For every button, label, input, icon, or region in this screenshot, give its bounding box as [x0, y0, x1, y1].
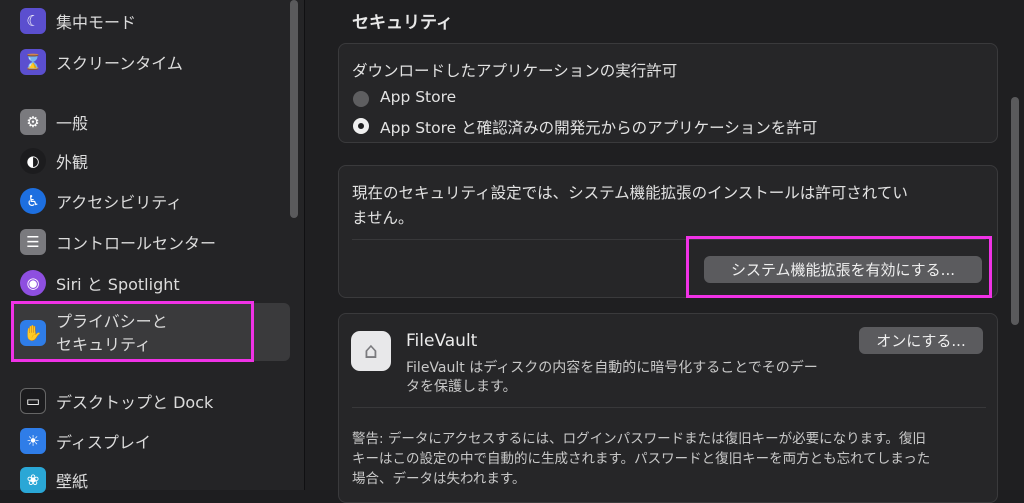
gear-icon: ⚙: [20, 109, 46, 135]
sidebar-item-label: Siri と Spotlight: [56, 275, 180, 294]
toggles-icon: ☰: [20, 229, 46, 255]
radio-app-store[interactable]: [353, 91, 369, 107]
radio-label-app-store: App Store: [380, 88, 457, 106]
filevault-description-line1: FileVault はディスクの内容を自動的に暗号化することでそのデー: [406, 360, 818, 376]
card-divider: [352, 407, 986, 408]
sidebar-item-label: デスクトップと Dock: [56, 393, 214, 412]
sidebar-item-label: ディスプレイ: [56, 433, 151, 452]
sidebar-item-label: スクリーンタイム: [56, 54, 183, 73]
filevault-house-icon: ⌂: [351, 331, 391, 371]
sidebar-item-screen-time[interactable]: ⌛ スクリーンタイム: [20, 49, 183, 75]
wallpaper-icon: ❀: [20, 467, 46, 493]
brightness-icon: ☀: [20, 428, 46, 454]
sidebar-item-label: コントロールセンター: [56, 234, 217, 253]
sidebar-item-label: 一般: [56, 114, 89, 133]
highlight-annotation-button: [686, 236, 992, 298]
filevault-warning-line3: 場合、データは失われます。: [352, 471, 526, 487]
sidebar-item-siri-spotlight[interactable]: ◉ Siri と Spotlight: [20, 270, 180, 296]
section-title: セキュリティ: [352, 13, 453, 33]
filevault-warning-line1: 警告: データにアクセスするには、ログインパスワードまたは復旧キーが必要になりま…: [352, 431, 926, 447]
hourglass-icon: ⌛: [20, 49, 46, 75]
filevault-description-line2: タを保護します。: [406, 379, 517, 395]
sidebar-item-wallpaper[interactable]: ❀ 壁紙: [20, 467, 88, 493]
sidebar-item-label: アクセシビリティ: [56, 193, 183, 212]
main-scrollbar[interactable]: [1011, 97, 1019, 325]
sidebar-item-accessibility[interactable]: ♿ アクセシビリティ: [20, 188, 182, 214]
appearance-icon: ◐: [20, 148, 46, 174]
filevault-warning-line2: キーはこの設定の中で自動的に生成されます。パスワードと復旧キーを両方とも忘れてし…: [352, 451, 931, 467]
sidebar-item-desktop-dock[interactable]: ▭ デスクトップと Dock: [20, 388, 213, 414]
filevault-title: FileVault: [406, 331, 478, 351]
highlight-annotation-privacy: [11, 301, 254, 362]
system-extension-message-line2: ません。: [352, 209, 414, 227]
radio-app-store-identified[interactable]: [353, 118, 369, 134]
system-extension-message-line1: 現在のセキュリティ設定では、システム機能拡張のインストールは許可されてい: [352, 184, 908, 202]
sidebar-item-label: 壁紙: [56, 472, 89, 491]
moon-icon: ☾: [20, 8, 46, 34]
dock-icon: ▭: [20, 388, 46, 414]
siri-icon: ◉: [20, 270, 46, 296]
sidebar-item-label: 集中モード: [56, 13, 137, 32]
sidebar-item-control-center[interactable]: ☰ コントロールセンター: [20, 229, 216, 255]
accessibility-icon: ♿: [20, 188, 46, 214]
filevault-turn-on-button[interactable]: オンにする...: [859, 327, 983, 354]
sidebar-item-general[interactable]: ⚙ 一般: [20, 109, 88, 135]
radio-label-app-store-identified: App Store と確認済みの開発元からのアプリケーションを許可: [380, 119, 818, 137]
sidebar-item-focus[interactable]: ☾ 集中モード: [20, 8, 136, 34]
sidebar-item-displays[interactable]: ☀ ディスプレイ: [20, 428, 151, 454]
sidebar-item-appearance[interactable]: ◐ 外観: [20, 148, 88, 174]
sidebar: ☾ 集中モード ⌛ スクリーンタイム ⚙ 一般 ◐ 外観 ♿ アクセシビリティ …: [0, 0, 304, 493]
radio-dot-icon: [358, 123, 364, 129]
sidebar-scrollbar[interactable]: [290, 0, 298, 218]
download-permission-heading: ダウンロードしたアプリケーションの実行許可: [352, 62, 678, 80]
sidebar-item-label: 外観: [56, 153, 89, 172]
